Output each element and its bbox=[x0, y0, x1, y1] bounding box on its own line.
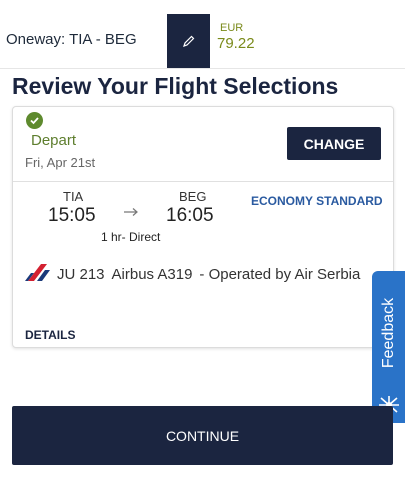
flight-card: Depart Fri, Apr 21st CHANGE TIA 15:05 BE… bbox=[12, 106, 394, 348]
air-serbia-logo bbox=[25, 264, 50, 281]
flight-info: JU 213 Airbus A319 - Operated by Air Serbi… bbox=[57, 266, 367, 283]
details-link[interactable]: DETAILS bbox=[25, 328, 75, 342]
operator: - Operated by Air Serbia bbox=[199, 266, 361, 283]
price-currency: EUR bbox=[220, 22, 244, 34]
continue-button[interactable]: CONTINUE bbox=[12, 406, 393, 465]
flight-date: Fri, Apr 21st bbox=[25, 155, 96, 170]
top-bar: Oneway: TIA - BEG EUR 79.22 bbox=[0, 0, 405, 69]
page-title: Review Your Flight Selections bbox=[12, 73, 339, 99]
origin-time: 15:05 bbox=[48, 205, 96, 226]
feedback-label: Feedback bbox=[380, 297, 398, 369]
fare-class: ECONOMY STANDARD bbox=[251, 194, 383, 208]
change-button[interactable]: CHANGE bbox=[287, 127, 381, 160]
feedback-label-wrap: Feedback bbox=[376, 283, 402, 383]
feedback-tab[interactable]: Feedback bbox=[372, 271, 405, 423]
destination-time: 16:05 bbox=[166, 205, 214, 226]
aircraft-type: Airbus A319 bbox=[111, 266, 193, 283]
flight-duration: 1 hr- Direct bbox=[101, 230, 161, 244]
price-amount: 79.22 bbox=[217, 35, 255, 52]
destination-code: BEG bbox=[179, 189, 207, 204]
arrow-right-icon bbox=[124, 208, 138, 216]
divider bbox=[13, 181, 393, 182]
check-circle-icon bbox=[26, 112, 43, 129]
direction-label: Depart bbox=[31, 132, 77, 149]
pencil-icon bbox=[182, 35, 194, 47]
route-summary: Oneway: TIA - BEG bbox=[6, 31, 137, 48]
flight-number: JU 213 bbox=[57, 266, 105, 283]
edit-search-button[interactable] bbox=[167, 14, 210, 68]
origin-code: TIA bbox=[63, 189, 84, 204]
